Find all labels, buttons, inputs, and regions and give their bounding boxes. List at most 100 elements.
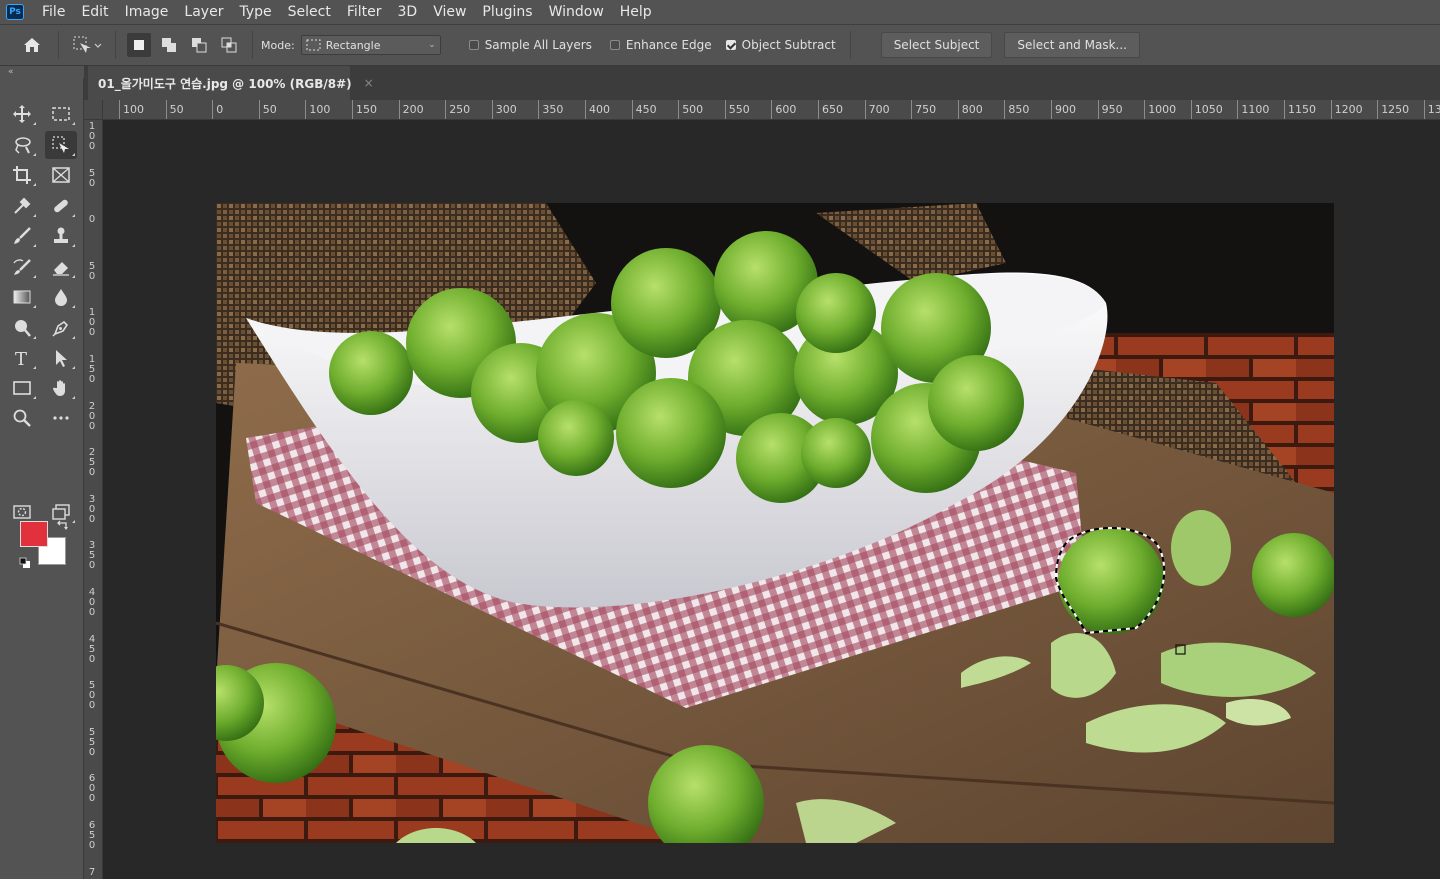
ruler-tick-label: 1150 <box>1284 100 1316 119</box>
ruler-tick-label: 850 <box>1004 100 1029 119</box>
intersect-selection-button[interactable] <box>217 33 241 57</box>
document-title: 01_올가미도구 연습.jpg @ 100% (RGB/8#) <box>98 76 352 91</box>
subtract-from-selection-button[interactable] <box>187 33 211 57</box>
ruler-tick-label: 450 <box>631 100 657 119</box>
photoshop-window: Ps File Edit Image Layer Type Select Fil… <box>0 0 1440 879</box>
ruler-tick-label: 200 <box>398 100 424 119</box>
submenu-indicator <box>72 244 75 247</box>
ruler-tick-label: 13 <box>1423 100 1440 119</box>
checkbox-checked-icon <box>725 40 736 50</box>
object-selection-icon <box>52 136 69 153</box>
menu-filter[interactable]: Filter <box>339 0 390 24</box>
ruler-origin[interactable] <box>84 100 103 120</box>
ruler-tick-label: 250 <box>445 100 470 119</box>
type-icon: T <box>15 349 27 368</box>
menu-layer[interactable]: Layer <box>176 0 231 24</box>
menu-plugins[interactable]: Plugins <box>474 0 540 24</box>
hand-tool[interactable] <box>45 374 77 402</box>
history-brush-tool[interactable] <box>6 253 38 281</box>
ruler-tick-label: 950 <box>1097 100 1123 119</box>
lasso-tool[interactable] <box>6 131 38 159</box>
ruler-tick-label: 6 0 0 <box>88 773 96 805</box>
vertical-ruler[interactable]: 1 0 0 5 0 0 5 0 1 0 0 1 5 0 2 0 0 2 5 0 3 0 0 3 5… <box>84 100 103 879</box>
object-subtract-checkbox[interactable]: Object Subtract <box>725 38 836 52</box>
select-and-mask-button[interactable]: Select and Mask... <box>1004 32 1140 58</box>
enhance-edge-checkbox[interactable]: Enhance Edge <box>609 38 712 52</box>
checkbox-unchecked-icon <box>609 40 620 50</box>
menu-help[interactable]: Help <box>612 0 660 24</box>
menu-type[interactable]: Type <box>231 0 279 24</box>
rectangle-tool[interactable] <box>6 374 38 402</box>
menu-file[interactable]: File <box>34 0 73 24</box>
zoom-tool[interactable] <box>6 404 38 432</box>
menu-bar: Ps File Edit Image Layer Type Select Fil… <box>0 0 1440 24</box>
dodge-tool[interactable] <box>6 314 38 342</box>
ruler-tick-label: 3 5 0 <box>88 540 96 572</box>
toolbar-collapse-handle[interactable]: « <box>0 66 84 78</box>
horizontal-ruler[interactable]: 100 50 0 50 100 150 200 250 300 350 400 450 500 550 60… <box>103 100 1440 120</box>
submenu-indicator <box>72 275 75 278</box>
new-selection-button[interactable] <box>127 33 151 57</box>
healing-brush-tool[interactable] <box>45 192 77 220</box>
brussels-sprouts-photo <box>216 203 1334 843</box>
default-colors-icon <box>19 557 30 568</box>
crop-tool[interactable] <box>6 161 38 189</box>
home-button[interactable] <box>14 30 50 60</box>
eyedropper-tool[interactable] <box>6 192 38 220</box>
move-tool[interactable] <box>6 100 38 128</box>
ruler-tick-label: 7 <box>88 866 96 878</box>
sample-all-layers-checkbox[interactable]: Sample All Layers <box>468 38 592 52</box>
menu-window[interactable]: Window <box>541 0 612 24</box>
history-brush-icon <box>13 259 31 275</box>
default-colors-button[interactable] <box>18 555 32 569</box>
mode-label: Mode: <box>261 38 295 52</box>
ruler-tick-label: 700 <box>864 100 890 119</box>
mode-value: Rectangle <box>325 38 381 52</box>
menu-select[interactable]: Select <box>280 0 339 24</box>
edit-toolbar-button[interactable] <box>45 404 77 432</box>
add-to-selection-button[interactable] <box>157 33 181 57</box>
gradient-tool[interactable] <box>6 283 38 311</box>
submenu-indicator <box>72 336 75 339</box>
arrow-cursor-icon <box>56 350 67 367</box>
eraser-tool[interactable] <box>45 253 77 281</box>
path-selection-tool[interactable] <box>45 344 77 372</box>
ruler-tick-label: 2 0 0 <box>88 400 96 432</box>
document-tab[interactable]: 01_올가미도구 연습.jpg @ 100% (RGB/8#) × <box>88 66 374 100</box>
divider <box>58 31 59 59</box>
pen-tool[interactable] <box>45 314 77 342</box>
ruler-tick-label: 550 <box>724 100 750 119</box>
submenu-indicator <box>72 214 75 217</box>
divider <box>252 31 253 59</box>
foreground-color-swatch[interactable] <box>20 521 48 547</box>
object-selection-tool[interactable] <box>45 131 77 159</box>
ruler-tick-label: 650 <box>818 100 843 119</box>
mode-select[interactable]: Rectangle ⌄ <box>300 35 441 55</box>
close-tab-icon[interactable]: × <box>364 76 374 90</box>
ruler-tick-label: 750 <box>911 100 936 119</box>
brush-icon <box>14 227 31 244</box>
frame-tool[interactable] <box>45 161 77 189</box>
marquee-tool[interactable] <box>45 100 77 128</box>
clone-stamp-tool[interactable] <box>45 222 77 250</box>
options-bar: Mode: Rectangle ⌄ Sample All Layers Enha… <box>0 24 1440 66</box>
crop-icon <box>13 166 31 184</box>
document-image[interactable] <box>216 203 1334 843</box>
blur-tool[interactable] <box>45 283 77 311</box>
brush-tool[interactable] <box>6 222 38 250</box>
menu-image[interactable]: Image <box>117 0 177 24</box>
menu-view[interactable]: View <box>425 0 474 24</box>
magnetic-lasso-icon <box>15 137 31 154</box>
canvas-area[interactable] <box>103 120 1440 879</box>
submenu-indicator <box>72 122 75 125</box>
ruler-tick-label: 600 <box>771 100 796 119</box>
enhance-edge-label: Enhance Edge <box>625 38 712 52</box>
tool-preset-picker[interactable] <box>67 30 107 60</box>
stamp-icon <box>54 227 68 243</box>
ruler-tick-label: 0 <box>88 214 96 226</box>
type-tool[interactable]: T <box>6 344 38 372</box>
menu-edit[interactable]: Edit <box>73 0 116 24</box>
select-subject-button[interactable]: Select Subject <box>880 32 993 58</box>
screen-mode-button[interactable] <box>45 498 77 526</box>
menu-3d[interactable]: 3D <box>390 0 426 24</box>
